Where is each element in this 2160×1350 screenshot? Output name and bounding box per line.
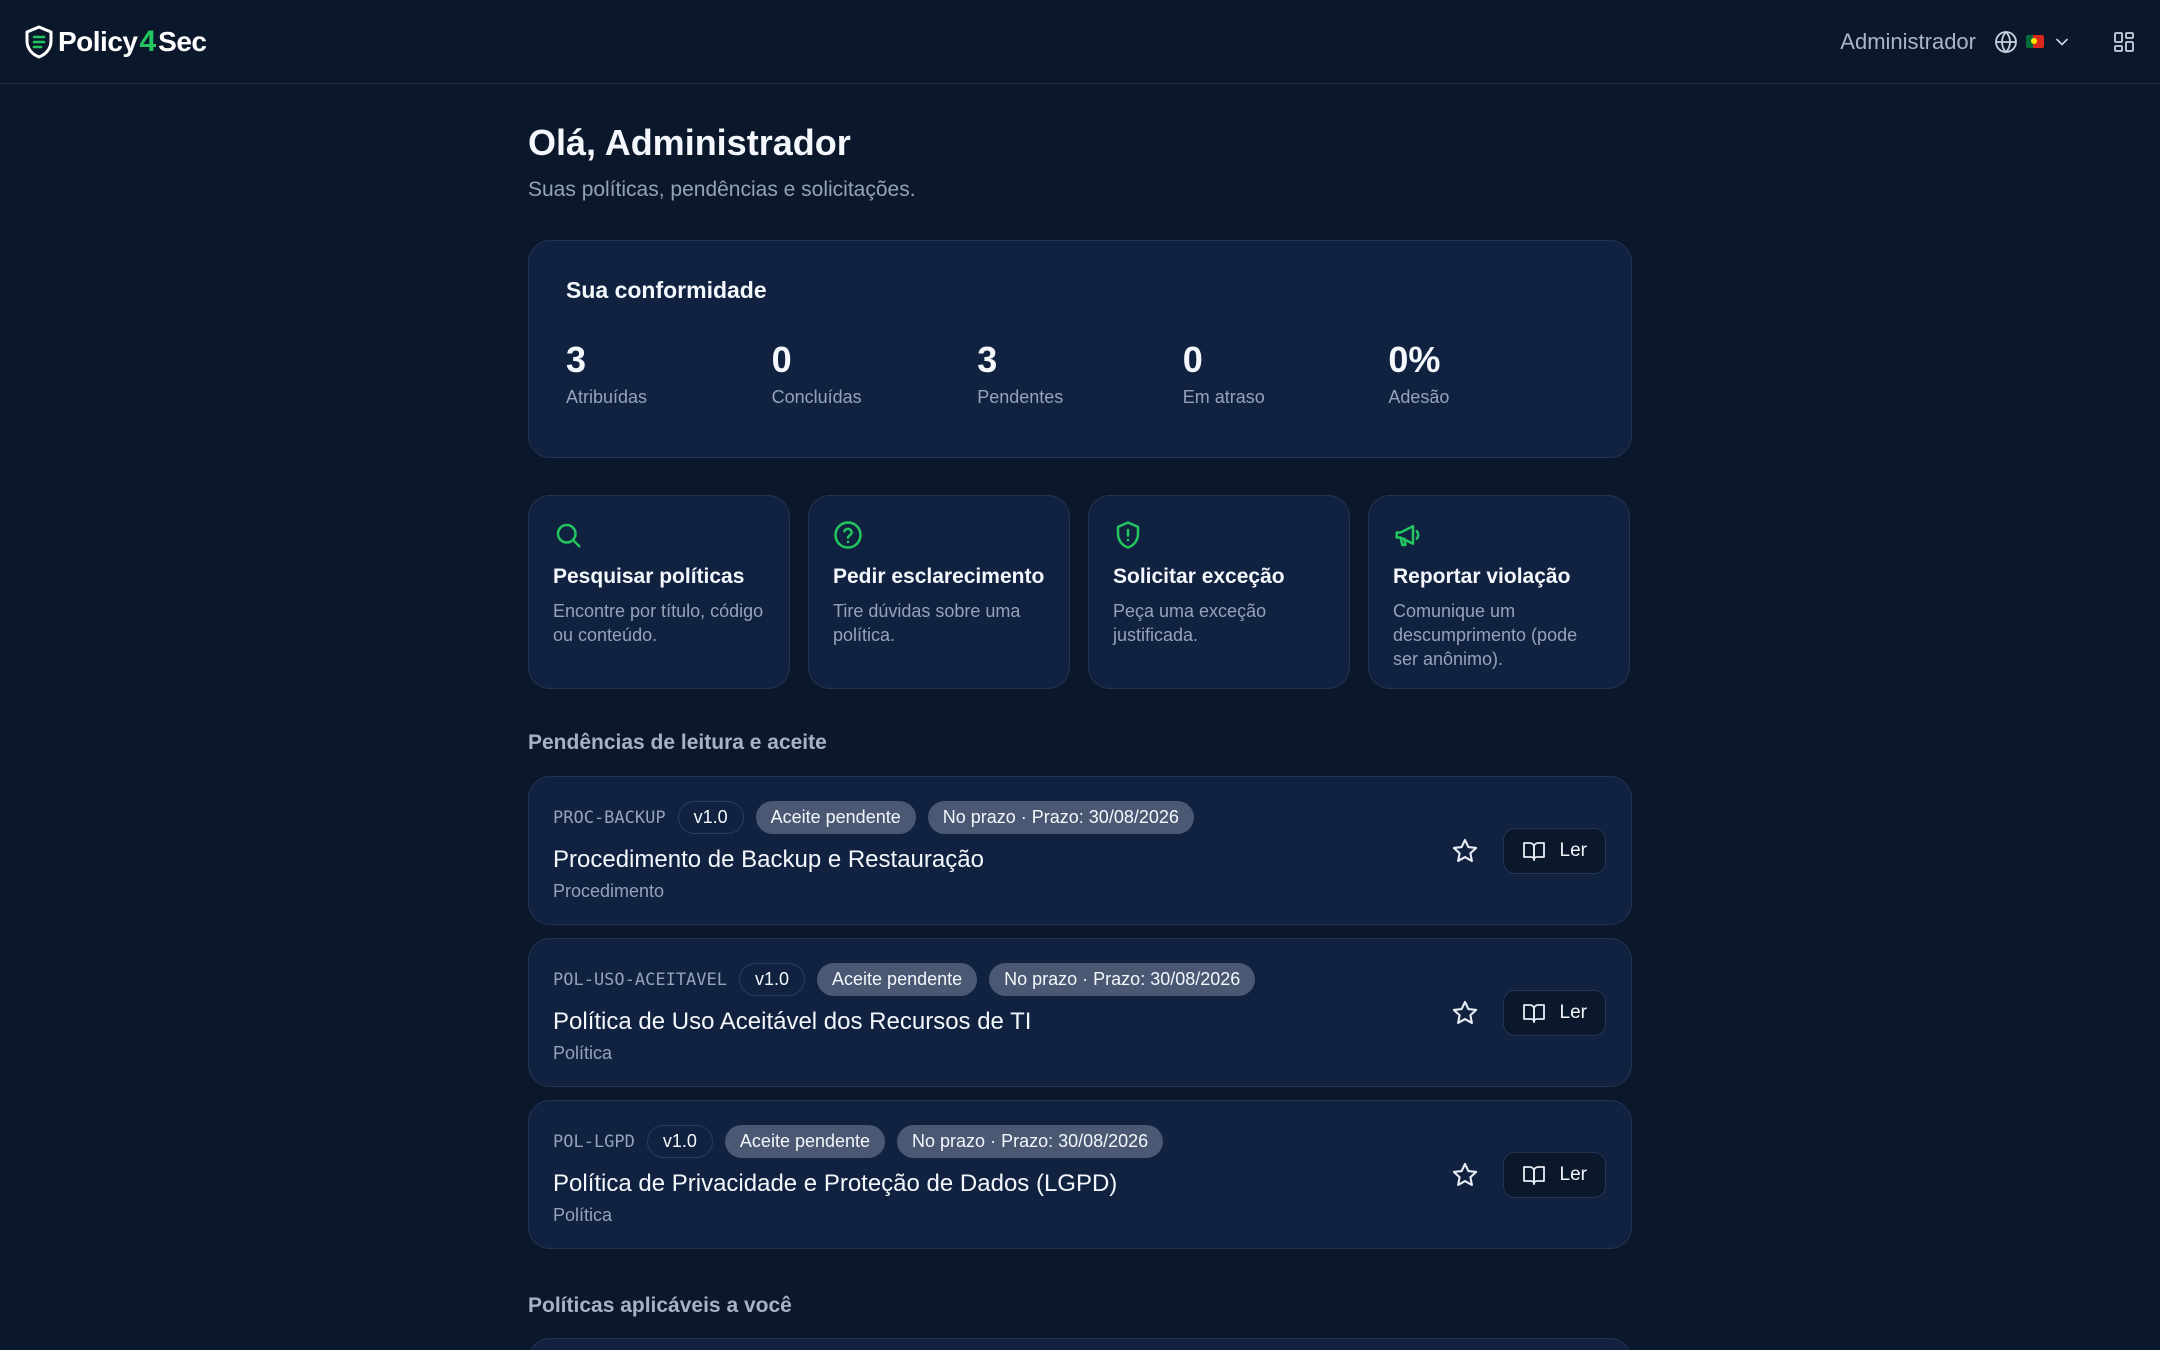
shield-alert-icon [1116,521,1140,549]
portugal-flag-icon [2026,35,2044,48]
stat-pending: 3 Pendentes [977,342,1183,408]
version-badge: v1.0 [646,1125,713,1158]
book-open-icon [1522,1003,1545,1023]
item-tags: PROC-BACKUP v1.0 Aceite pendente No praz… [553,801,1607,834]
policy-code: PROC-BACKUP [553,807,666,828]
read-button-label: Ler [1559,839,1587,861]
read-button-label: Ler [1559,1001,1587,1023]
policy-type: Política [553,1205,613,1225]
book-open-icon [1522,1165,1545,1185]
status-badge: Aceite pendente [755,801,916,834]
action-search-policies[interactable]: Pesquisar políticas Encontre por título,… [528,495,790,689]
stat-value: 0 [771,339,792,380]
item-actions: Ler [1451,989,1606,1036]
action-title: Pesquisar políticas [553,565,745,588]
item-actions: Ler [1451,827,1606,874]
globe-icon [1995,30,2017,53]
read-button-label: Ler [1559,1163,1587,1185]
action-description: Comunique um descumprimento (pode ser an… [1393,601,1578,669]
stat-label: Atribuídas [566,387,648,407]
status-badge: Aceite pendente [724,1125,886,1158]
compliance-title: Sua conformidade [566,277,767,303]
main-content: Olá, Administrador Suas políticas, pendê… [528,84,1632,1350]
stat-label: Concluídas [771,387,862,407]
shield-logo-icon [25,25,53,58]
top-bar: Policy 4 Sec Administrador [0,0,2160,84]
item-actions: Ler [1451,1151,1606,1198]
policy-code: POL-USO-ACEITAVEL [553,969,727,990]
star-icon[interactable] [1451,1161,1479,1189]
help-circle-icon [834,521,862,549]
applicable-section-title: Políticas aplicáveis a você [528,1294,792,1317]
read-button[interactable]: Ler [1502,989,1606,1036]
app-logo[interactable]: Policy 4 Sec [24,25,207,59]
book-open-icon [1522,841,1545,861]
page-subtitle: Suas políticas, pendências e solicitaçõe… [528,178,916,201]
star-icon[interactable] [1451,999,1479,1027]
language-selector[interactable] [1994,30,2072,54]
stat-value: 3 [977,339,998,380]
version-badge: v1.0 [677,801,744,834]
list-item[interactable]: PROC-BACKUP v1.0 Aceite pendente No praz… [528,776,1632,925]
action-title: Pedir esclarecimento [833,565,1045,588]
stat-completed: 0 Concluídas [772,342,978,408]
quick-actions: Pesquisar políticas Encontre por título,… [528,495,1632,689]
stat-value: 3 [566,339,587,380]
compliance-card: Sua conformidade 3 Atribuídas 0 Concluíd… [528,240,1632,458]
stat-label: Pendentes [977,387,1064,407]
deadline-badge: No prazo · Prazo: 30/08/2026 [989,963,1256,996]
item-tags: POL-USO-ACEITAVEL v1.0 Aceite pendente N… [553,963,1607,996]
stat-label: Adesão [1388,387,1450,407]
policy-title: Política de Privacidade e Proteção de Da… [553,1170,1118,1197]
stat-assigned: 3 Atribuídas [566,342,772,408]
list-item[interactable]: POL-USO-ACEITAVEL v1.0 Aceite pendente N… [528,938,1632,1087]
stat-overdue: 0 Em atraso [1183,342,1389,408]
policy-code: POL-LGPD [553,1131,635,1152]
stat-adherence: 0% Adesão [1388,342,1594,408]
policy-title: Política de Uso Aceitável dos Recursos d… [553,1008,1032,1035]
action-request-exception[interactable]: Solicitar exceção Peça uma exceção justi… [1088,495,1350,689]
search-icon [556,523,581,548]
action-description: Encontre por título, código ou conteúdo. [553,601,764,645]
stat-value: 0% [1388,339,1441,380]
user-name[interactable]: Administrador [1840,29,1976,55]
star-icon[interactable] [1451,837,1479,865]
action-description: Peça uma exceção justificada. [1113,601,1267,645]
compliance-stats: 3 Atribuídas 0 Concluídas 3 Pendentes 0 … [566,342,1594,408]
item-tags: POL-LGPD v1.0 Aceite pendente No prazo ·… [553,1125,1607,1158]
action-request-clarification[interactable]: Pedir esclarecimento Tire dúvidas sobre … [808,495,1070,689]
logo-text-bolt: 4 [139,24,157,58]
layout-grid-icon[interactable] [2112,30,2136,54]
megaphone-icon [1395,525,1420,547]
version-badge: v1.0 [739,963,806,996]
pending-section-title: Pendências de leitura e aceite [528,731,827,754]
pending-list: PROC-BACKUP v1.0 Aceite pendente No praz… [528,776,1632,1249]
list-item[interactable]: POL-LGPD v1.0 Aceite pendente No prazo ·… [528,1100,1632,1249]
logo-text-sec: Sec [158,25,207,57]
action-title: Reportar violação [1393,565,1571,588]
deadline-badge: No prazo · Prazo: 30/08/2026 [897,1125,1164,1158]
action-title: Solicitar exceção [1113,565,1285,588]
stat-label: Em atraso [1182,387,1265,407]
action-description: Tire dúvidas sobre uma política. [833,601,1021,645]
page-title: Olá, Administrador [528,122,851,163]
status-badge: Aceite pendente [817,963,978,996]
policy-type: Política [553,1043,613,1063]
deadline-badge: No prazo · Prazo: 30/08/2026 [927,801,1194,834]
read-button[interactable]: Ler [1502,827,1606,874]
stat-value: 0 [1182,339,1203,380]
policy-type: Procedimento [553,881,665,901]
applicable-policies-card [528,1338,1632,1350]
action-report-violation[interactable]: Reportar violação Comunique um descumpri… [1368,495,1630,689]
read-button[interactable]: Ler [1502,1151,1606,1198]
chevron-down-icon [2056,38,2068,45]
policy-title: Procedimento de Backup e Restauração [553,846,984,873]
logo-text-policy: Policy [58,25,138,57]
